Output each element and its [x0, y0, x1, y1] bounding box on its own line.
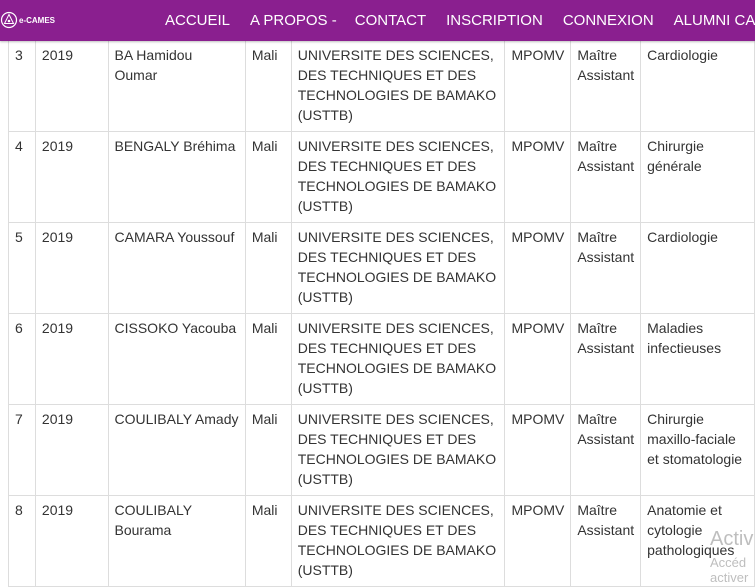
cell-ctp: MPOMV: [504, 41, 572, 132]
cell-country: Mali: [244, 404, 292, 496]
nav-contact[interactable]: CONTACT: [355, 12, 426, 29]
cell-number: 5: [8, 222, 36, 314]
cell-university: UNIVERSITE DES SCIENCES, DES TECHNIQUES …: [290, 41, 506, 132]
cell-year: 2019: [34, 131, 109, 223]
cames-logo-icon: [0, 11, 18, 29]
cell-number: 4: [8, 131, 36, 223]
nav-menu: ACCUEIL A PROPOS - CONTACT INSCRIPTION C…: [165, 0, 755, 41]
nav-a-propos[interactable]: A PROPOS -: [250, 12, 337, 29]
cell-grade: Maître Assistant: [570, 313, 642, 405]
cell-university: UNIVERSITE DES SCIENCES, DES TECHNIQUES …: [290, 313, 506, 405]
cell-university: UNIVERSITE DES SCIENCES, DES TECHNIQUES …: [290, 495, 506, 587]
cell-year: 2019: [34, 313, 109, 405]
cell-number: 6: [8, 313, 36, 405]
cell-name: BENGALY Bréhima: [107, 131, 246, 223]
cell-ctp: MPOMV: [504, 495, 572, 587]
cell-specialty: Anatomie et cytologie pathologiques: [640, 495, 755, 587]
cell-university: UNIVERSITE DES SCIENCES, DES TECHNIQUES …: [290, 222, 506, 314]
cell-grade: Maître Assistant: [570, 131, 642, 223]
cell-ctp: MPOMV: [504, 222, 572, 314]
cell-specialty: Maladies infectieuses: [640, 313, 755, 405]
cell-name: CAMARA Youssouf: [107, 222, 246, 314]
cell-grade: Maître Assistant: [570, 41, 642, 132]
results-table-container: 3 2019 BA Hamidou Oumar Mali UNIVERSITE …: [8, 41, 755, 587]
cell-country: Mali: [244, 41, 292, 132]
cell-university: UNIVERSITE DES SCIENCES, DES TECHNIQUES …: [290, 131, 506, 223]
table-row: 7 2019 COULIBALY Amady Mali UNIVERSITE D…: [8, 404, 755, 496]
cell-year: 2019: [34, 495, 109, 587]
table-row: 3 2019 BA Hamidou Oumar Mali UNIVERSITE …: [8, 41, 755, 132]
cell-name: COULIBALY Amady: [107, 404, 246, 496]
cell-country: Mali: [244, 313, 292, 405]
results-table: 3 2019 BA Hamidou Oumar Mali UNIVERSITE …: [8, 41, 755, 587]
table-row: 6 2019 CISSOKO Yacouba Mali UNIVERSITE D…: [8, 313, 755, 405]
cell-number: 3: [8, 41, 36, 132]
cell-year: 2019: [34, 404, 109, 496]
nav-inscription[interactable]: INSCRIPTION: [446, 12, 543, 29]
cell-ctp: MPOMV: [504, 313, 572, 405]
nav-alumni-cames[interactable]: ALUMNI CAMES: [674, 12, 755, 29]
cell-year: 2019: [34, 41, 109, 132]
table-row: 8 2019 COULIBALY Bourama Mali UNIVERSITE…: [8, 495, 755, 587]
table-row: 4 2019 BENGALY Bréhima Mali UNIVERSITE D…: [8, 131, 755, 223]
nav-connexion[interactable]: CONNEXION: [563, 12, 654, 29]
site-logo[interactable]: e-CAMES: [0, 8, 55, 32]
cell-name: BA Hamidou Oumar: [107, 41, 246, 132]
cell-specialty: Chirurgie maxillo-faciale et stomatologi…: [640, 404, 755, 496]
cell-name: COULIBALY Bourama: [107, 495, 246, 587]
cell-specialty: Chirurgie générale: [640, 131, 755, 223]
cell-number: 8: [8, 495, 36, 587]
cell-ctp: MPOMV: [504, 404, 572, 496]
top-navbar: e-CAMES ACCUEIL A PROPOS - CONTACT INSCR…: [0, 0, 755, 41]
cell-grade: Maître Assistant: [570, 222, 642, 314]
nav-accueil[interactable]: ACCUEIL: [165, 12, 230, 29]
logo-text: e-CAMES: [19, 15, 56, 25]
cell-university: UNIVERSITE DES SCIENCES, DES TECHNIQUES …: [290, 404, 506, 496]
nav-a-propos-label: A PROPOS -: [250, 12, 337, 29]
cell-grade: Maître Assistant: [570, 404, 642, 496]
table-row: 5 2019 CAMARA Youssouf Mali UNIVERSITE D…: [8, 222, 755, 314]
cell-country: Mali: [244, 495, 292, 587]
cell-specialty: Cardiologie: [640, 41, 755, 132]
cell-specialty: Cardiologie: [640, 222, 755, 314]
cell-country: Mali: [244, 222, 292, 314]
cell-name: CISSOKO Yacouba: [107, 313, 246, 405]
cell-number: 7: [8, 404, 36, 496]
cell-grade: Maître Assistant: [570, 495, 642, 587]
cell-country: Mali: [244, 131, 292, 223]
cell-year: 2019: [34, 222, 109, 314]
table-body: 3 2019 BA Hamidou Oumar Mali UNIVERSITE …: [8, 41, 755, 587]
cell-ctp: MPOMV: [504, 131, 572, 223]
